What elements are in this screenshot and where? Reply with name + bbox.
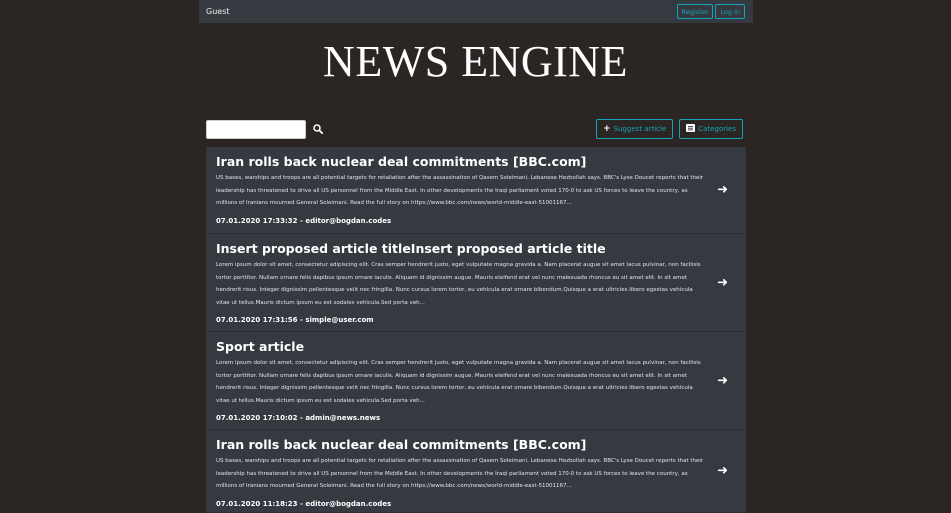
action-buttons: + Suggest article Categories (596, 119, 743, 139)
article-title[interactable]: Iran rolls back nuclear deal commitments… (216, 436, 706, 453)
search-icon[interactable] (313, 124, 323, 134)
arrow-right-icon[interactable]: ➜ (717, 373, 728, 388)
search-input[interactable] (206, 119, 306, 139)
article-item[interactable]: Iran rolls back nuclear deal commitments… (206, 430, 746, 513)
arrow-right-icon[interactable]: ➜ (717, 275, 728, 290)
suggest-article-button[interactable]: + Suggest article (596, 119, 674, 139)
article-meta: 07.01.2020 17:31:56 - simple@user.com (216, 316, 374, 325)
article-title[interactable]: Iran rolls back nuclear deal commitments… (216, 153, 706, 170)
current-user-label: Guest (206, 7, 230, 16)
categories-button[interactable]: Categories (679, 119, 743, 139)
article-list: Iran rolls back nuclear deal commitments… (206, 147, 746, 513)
register-button[interactable]: Register (676, 4, 714, 19)
article-item[interactable]: Iran rolls back nuclear deal commitments… (206, 147, 746, 234)
toolbar: + Suggest article Categories (206, 119, 743, 139)
article-excerpt: US bases, warships and troops are all po… (216, 175, 704, 207)
article-title[interactable]: Insert proposed article titleInsert prop… (216, 240, 706, 257)
article-item[interactable]: Insert proposed article titleInsert prop… (206, 234, 746, 332)
article-excerpt: Lorem ipsum dolor sit amet, consectetur … (216, 262, 701, 306)
article-item[interactable]: Sport article Lorem ipsum dolor sit amet… (206, 332, 746, 430)
top-navbar: Guest Register Log in (199, 0, 753, 23)
login-button[interactable]: Log in (715, 4, 745, 19)
site-title: NEWS ENGINE (323, 37, 628, 86)
auth-buttons: Register Log in (676, 4, 745, 19)
article-meta: 07.01.2020 11:18:23 - editor@bogdan.code… (216, 499, 392, 508)
list-icon (686, 123, 696, 135)
article-meta: 07.01.2020 17:33:32 - editor@bogdan.code… (216, 216, 392, 225)
article-title[interactable]: Sport article (216, 338, 706, 355)
suggest-article-label: Suggest article (613, 125, 667, 133)
categories-label: Categories (698, 125, 736, 133)
article-excerpt: US bases, warships and troops are all po… (216, 458, 704, 490)
plus-icon: + (603, 124, 611, 134)
article-excerpt: Lorem ipsum dolor sit amet, consectetur … (216, 360, 701, 404)
arrow-right-icon[interactable]: ➜ (717, 183, 728, 198)
article-meta: 07.01.2020 17:10:02 - admin@news.news (216, 414, 381, 423)
arrow-right-icon[interactable]: ➜ (717, 464, 728, 479)
search-bar (206, 119, 323, 139)
